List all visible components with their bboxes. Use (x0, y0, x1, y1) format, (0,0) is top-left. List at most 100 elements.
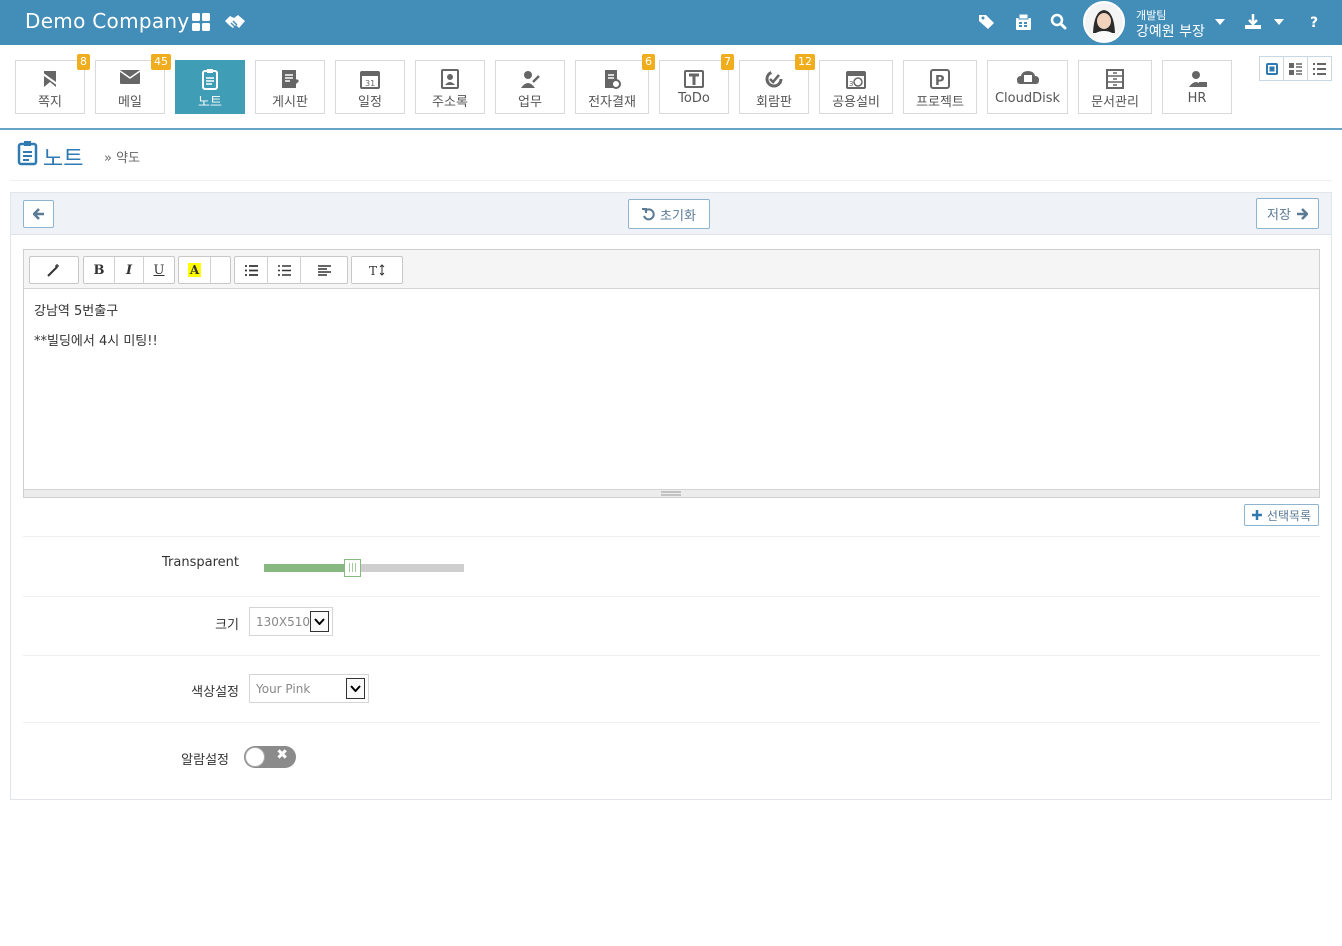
app-label: 일정 (358, 95, 382, 110)
facility-icon: 3 (846, 71, 866, 89)
app-schedule[interactable]: 31 일정 (335, 60, 405, 114)
save-button[interactable]: 저장 (1256, 198, 1319, 229)
row-divider (23, 536, 1320, 537)
app-label: 메일 (118, 95, 142, 110)
user-name[interactable]: 강예원 부장 (1136, 21, 1205, 41)
note-panel: 초기화 저장 B I U A T 강남역 5번출구 **빌딩에서 4시 미팅!!… (10, 192, 1332, 800)
reset-label: 초기화 (660, 208, 696, 224)
search-icon[interactable] (1050, 13, 1067, 31)
editor-resize-handle[interactable] (24, 489, 1319, 497)
app-label: 프로젝트 (916, 95, 964, 110)
grid-apps-icon[interactable] (191, 12, 211, 32)
breadcrumb-item: 약도 (116, 151, 141, 166)
help-icon[interactable]: ? (1309, 14, 1321, 30)
app-facility[interactable]: 3 공용설비 (819, 60, 893, 114)
svg-text:3: 3 (849, 80, 853, 88)
svg-text:P: P (935, 74, 945, 89)
back-button[interactable] (23, 200, 54, 228)
approval-icon (605, 70, 621, 89)
transparent-slider[interactable]: ||| (264, 559, 464, 577)
bullet-list-icon (244, 264, 258, 276)
magic-wand-icon (47, 264, 59, 277)
size-label: 크기 (215, 618, 239, 633)
app-approval[interactable]: 전자결재 6 (575, 54, 655, 114)
content-line: 강남역 5번출구 (34, 304, 119, 319)
color-group: A (178, 256, 231, 284)
app-circular[interactable]: 회람판 12 (739, 54, 815, 114)
align-left-icon (317, 264, 331, 276)
app-memo[interactable]: 쪽지 8 (15, 54, 90, 114)
size-select[interactable]: 130X510 (249, 607, 333, 636)
title-divider (10, 180, 1332, 181)
row-divider (23, 655, 1320, 656)
app-address-book[interactable]: 주소록 (415, 60, 485, 114)
bold-button[interactable]: B (84, 257, 115, 283)
slider-fill (264, 564, 352, 572)
calendar-icon: 31 (360, 71, 380, 89)
italic-button[interactable]: I (115, 257, 144, 283)
panel-header: 초기화 저장 (11, 193, 1331, 235)
count-badge: 7 (721, 54, 734, 70)
app-board[interactable]: 게시판 (255, 60, 325, 114)
highlight-color-button[interactable]: A (179, 257, 211, 283)
avatar[interactable] (1083, 1, 1125, 43)
align-button[interactable] (301, 257, 347, 283)
brand-name[interactable]: Demo Company (25, 9, 190, 33)
underline-button[interactable]: U (144, 257, 174, 283)
row-divider (23, 722, 1320, 723)
alarm-toggle[interactable]: ✖ (244, 746, 296, 768)
top-navbar: Demo Company 개발팀 강예원 부장 ? (0, 0, 1342, 45)
app-mail[interactable]: 메일 45 (95, 54, 171, 114)
count-badge: 8 (77, 54, 90, 70)
color-select[interactable]: Your Pink (249, 674, 369, 703)
list-view-button[interactable] (1308, 57, 1331, 80)
tag-icon[interactable] (978, 13, 996, 31)
chevron-down-icon[interactable] (1214, 18, 1226, 26)
app-cloud-disk[interactable]: CloudDisk (987, 60, 1068, 114)
color-dropdown-button[interactable] (211, 257, 230, 283)
content-line: **빌딩에서 4시 미팅!! (34, 334, 158, 349)
numbered-list-button[interactable] (268, 257, 301, 283)
count-badge: 45 (151, 54, 171, 70)
grid-view-button[interactable] (1284, 57, 1308, 80)
chevron-down-icon (350, 685, 361, 692)
slider-handle[interactable]: ||| (344, 559, 361, 577)
board-edit-icon (282, 70, 300, 88)
magic-style-button[interactable] (30, 257, 78, 283)
style-group (29, 256, 79, 284)
app-project[interactable]: P 프로젝트 (903, 60, 977, 114)
app-label: 게시판 (272, 95, 308, 110)
count-badge: 6 (642, 54, 655, 70)
font-size-button[interactable]: T (352, 257, 402, 283)
app-todo[interactable]: ToDo 7 (659, 54, 734, 114)
page-title: 노트 (43, 147, 84, 172)
app-label: 노트 (198, 95, 222, 110)
fax-icon[interactable] (1015, 13, 1032, 31)
reset-button[interactable]: 초기화 (628, 199, 710, 229)
single-view-button[interactable] (1260, 57, 1284, 80)
handshake-icon[interactable] (223, 12, 247, 32)
document-cabinet-icon (1106, 69, 1124, 89)
chevron-down-icon[interactable] (1273, 18, 1285, 26)
app-label: 주소록 (432, 95, 468, 110)
download-icon[interactable] (1244, 13, 1262, 31)
app-document[interactable]: 문서관리 (1078, 60, 1152, 114)
editor-content[interactable]: 강남역 5번출구 **빌딩에서 4시 미팅!! (34, 300, 158, 360)
note-pin-icon (42, 71, 58, 87)
clipboard-icon (17, 141, 38, 166)
header-divider (0, 128, 1342, 130)
dropdown-caret (346, 678, 365, 699)
undo-icon (642, 207, 655, 220)
breadcrumb: » 약도 (104, 147, 140, 166)
app-hr[interactable]: HR (1162, 60, 1232, 114)
numbered-list-icon (277, 264, 291, 276)
svg-text:31: 31 (365, 79, 375, 88)
bullet-list-button[interactable] (235, 257, 268, 283)
app-note[interactable]: 노트 (175, 60, 245, 114)
app-label: HR (1187, 91, 1207, 106)
editor-toolbar: B I U A T (24, 250, 1319, 289)
app-task[interactable]: 업무 (495, 60, 565, 114)
hr-icon (1189, 71, 1207, 87)
select-list-button[interactable]: 선택목록 (1244, 504, 1319, 526)
transparent-label: Transparent (162, 555, 239, 570)
